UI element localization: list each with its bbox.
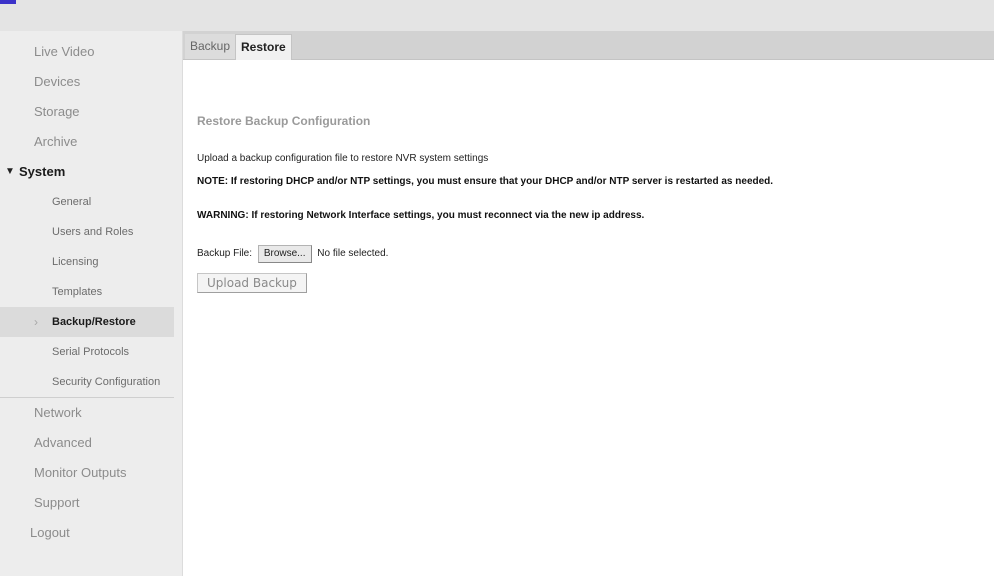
upload-backup-button[interactable]: Upload Backup xyxy=(197,273,307,293)
tab-restore[interactable]: Restore xyxy=(235,34,292,60)
sidebar-subitem-backup-restore[interactable]: › Backup/Restore xyxy=(0,307,174,337)
sidebar-item-devices[interactable]: Devices xyxy=(0,67,174,97)
sidebar-subitem-security-configuration[interactable]: Security Configuration xyxy=(0,367,174,397)
caret-down-icon: ▼ xyxy=(5,166,15,177)
sidebar-item-advanced[interactable]: Advanced xyxy=(0,428,174,458)
browse-button[interactable]: Browse... xyxy=(257,245,312,263)
main-content: Backup Restore Restore Backup Configurat… xyxy=(183,31,994,576)
sidebar-nav: Live Video Devices Storage Archive ▼ Sys… xyxy=(0,37,174,548)
sidebar-subitem-serial-protocols[interactable]: Serial Protocols xyxy=(0,337,174,367)
chevron-right-icon: › xyxy=(34,315,38,329)
sidebar-item-storage[interactable]: Storage xyxy=(0,97,174,127)
sidebar-subitem-users-and-roles[interactable]: Users and Roles xyxy=(0,217,174,247)
sidebar-group-system[interactable]: ▼ System xyxy=(0,157,174,187)
sidebar-subitem-general[interactable]: General xyxy=(0,187,174,217)
sidebar-item-live-video[interactable]: Live Video xyxy=(0,37,174,67)
note-text: NOTE: If restoring DHCP and/or NTP setti… xyxy=(197,176,774,187)
sidebar-subitem-licensing[interactable]: Licensing xyxy=(0,247,174,277)
warning-text: WARNING: If restoring Network Interface … xyxy=(197,210,645,221)
sidebar-item-support[interactable]: Support xyxy=(0,488,174,518)
sidebar: Live Video Devices Storage Archive ▼ Sys… xyxy=(0,31,183,576)
sidebar-item-monitor-outputs[interactable]: Monitor Outputs xyxy=(0,458,174,488)
sidebar-subitem-templates[interactable]: Templates xyxy=(0,277,174,307)
description-text: Upload a backup configuration file to re… xyxy=(197,153,489,164)
file-status: No file selected. xyxy=(317,248,389,259)
section-heading: Restore Backup Configuration xyxy=(197,114,371,128)
sidebar-item-archive[interactable]: Archive xyxy=(0,127,174,157)
sidebar-subitem-label: Backup/Restore xyxy=(52,316,136,328)
backup-file-label: Backup File: xyxy=(197,248,253,259)
top-bar xyxy=(0,0,994,31)
top-accent xyxy=(0,0,16,4)
sidebar-group-label: System xyxy=(19,164,66,179)
tab-backup[interactable]: Backup xyxy=(185,34,236,59)
sidebar-item-network[interactable]: Network xyxy=(0,398,174,428)
backup-file-row: Backup File: Browse... No file selected. xyxy=(197,245,388,263)
tab-bar: Backup Restore xyxy=(183,31,994,60)
sidebar-item-logout[interactable]: Logout xyxy=(0,518,174,548)
